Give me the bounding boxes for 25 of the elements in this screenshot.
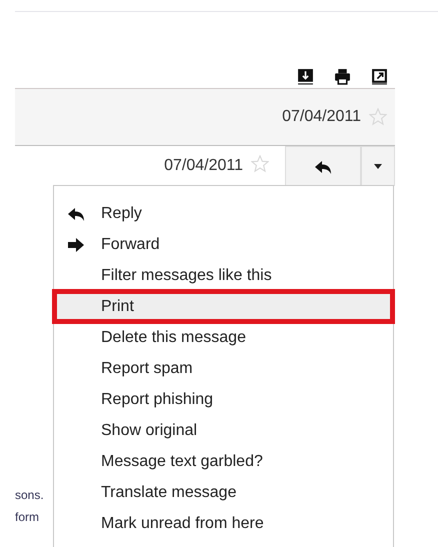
- menu-item[interactable]: Reply: [54, 198, 393, 229]
- download-icon[interactable]: [297, 68, 314, 85]
- new-window-icon[interactable]: [371, 68, 388, 85]
- menu-item[interactable]: Report phishing: [54, 384, 393, 415]
- star-icon[interactable]: [369, 108, 387, 126]
- menu-item[interactable]: Mark unread from here: [54, 508, 393, 539]
- date-text: 07/04/2011: [282, 108, 361, 126]
- menu-item[interactable]: Delete this message: [54, 322, 393, 353]
- menu-item[interactable]: Translate message: [54, 477, 393, 508]
- reply-icon: [313, 158, 333, 174]
- right-arrow-icon: [66, 236, 86, 252]
- body-text: sons.: [15, 488, 44, 502]
- caret-icon: [374, 164, 382, 169]
- menu-item[interactable]: Show original: [54, 415, 393, 446]
- star-icon[interactable]: [251, 154, 269, 172]
- menu-item[interactable]: Message text garbled?: [54, 446, 393, 477]
- menu-item[interactable]: Filter messages like this: [54, 260, 393, 291]
- menu-item[interactable]: Forward: [54, 229, 393, 260]
- date-text: 07/04/2011: [164, 157, 243, 175]
- menu-item[interactable]: Report spam: [54, 353, 393, 384]
- body-text: form: [15, 510, 40, 524]
- reply-button[interactable]: [285, 146, 361, 186]
- reply-icon: [66, 206, 86, 222]
- print-icon[interactable]: [334, 68, 351, 85]
- menu-item[interactable]: Print: [54, 291, 393, 322]
